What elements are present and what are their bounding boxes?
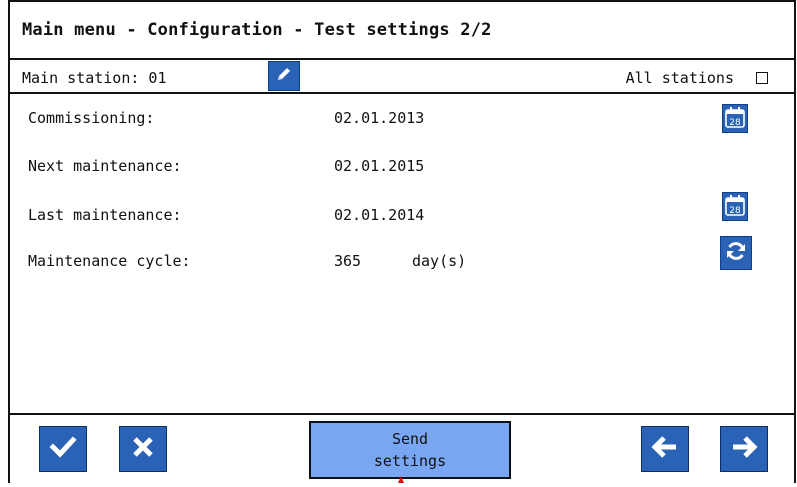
maintenance-cycle-label: Maintenance cycle: [28, 252, 191, 270]
send-settings-button[interactable]: Send settings [309, 421, 511, 479]
last-maintenance-date: 02.01.2014 [334, 206, 425, 224]
main-window: Main menu - Configuration - Test setting… [8, 0, 796, 483]
commissioning-label: Commissioning: [28, 109, 155, 127]
all-stations-checkbox[interactable] [756, 72, 768, 84]
main-station-label: Main station: 01 [22, 69, 167, 87]
pencil-icon [274, 64, 294, 88]
commissioning-date: 02.01.2013 [334, 109, 425, 127]
svg-text:28: 28 [729, 118, 741, 128]
maintenance-cycle-unit: day(s) [412, 252, 467, 270]
edit-station-button[interactable] [268, 61, 300, 91]
check-icon [48, 432, 78, 466]
all-stations-label: All stations [625, 69, 734, 87]
title-bar: Main menu - Configuration - Test setting… [10, 2, 794, 60]
confirm-button[interactable] [39, 426, 87, 472]
last-maintenance-label: Last maintenance: [28, 206, 182, 224]
calendar-icon: 28 [724, 193, 746, 221]
next-maintenance-label: Next maintenance: [28, 157, 182, 175]
pointer-marker [398, 476, 404, 483]
svg-text:28: 28 [729, 206, 741, 216]
maintenance-cycle-value: 365 [334, 252, 362, 270]
calendar-icon: 28 [724, 105, 746, 133]
next-maintenance-date: 02.01.2015 [334, 157, 425, 175]
close-icon [130, 434, 156, 464]
send-label-line1: Send [391, 430, 429, 448]
send-label-line2: settings [373, 452, 447, 470]
arrow-left-icon [650, 433, 680, 465]
commissioning-calendar-button[interactable]: 28 [722, 104, 748, 133]
refresh-icon [724, 239, 748, 267]
arrow-right-icon [729, 433, 759, 465]
back-button[interactable] [641, 426, 689, 472]
page-title: Main menu - Configuration - Test setting… [22, 20, 492, 40]
last-maintenance-calendar-button[interactable]: 28 [722, 192, 748, 221]
reset-cycle-button[interactable] [720, 236, 752, 270]
forward-button[interactable] [720, 426, 768, 472]
cancel-button[interactable] [119, 426, 167, 472]
station-bar: Main station: 01 All stations [10, 60, 794, 94]
